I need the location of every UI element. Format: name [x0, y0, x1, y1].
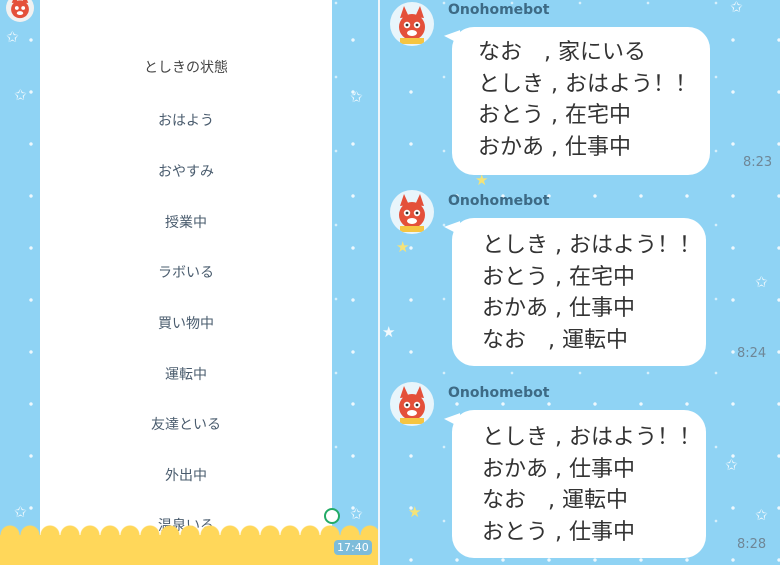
message-line: なお , 運転中	[482, 327, 628, 353]
chat-panel: ✩ ✩ ★ ★ ★ ✩ ✩ ★ Onohomebot なお , 家にいる としき…	[380, 0, 780, 565]
bottom-strip	[0, 525, 378, 565]
status-option-driving[interactable]: 運転中	[40, 364, 332, 384]
star-decoration-icon: ✩	[725, 456, 738, 474]
message-line: なお , 運転中	[482, 488, 628, 513]
sender-name: Onohomebot	[448, 2, 550, 18]
bot-avatar[interactable]	[390, 2, 434, 46]
status-option-out[interactable]: 外出中	[40, 465, 332, 485]
status-dot-icon	[324, 508, 340, 524]
message-bubble[interactable]: としき , おはよう！！ おとう , 在宅中 おかあ , 仕事中 なお , 運転…	[452, 218, 706, 366]
status-option-in-class[interactable]: 授業中	[40, 212, 332, 232]
message-time: 17:40	[334, 540, 372, 555]
status-menu-sheet: としきの状態 おはよう おやすみ 授業中 ラボいる 買い物中 運転中 友達といる…	[40, 0, 332, 565]
status-menu-panel: ✩ ✩ ✩ ✩ ✩ としきの状態 おはよう おやすみ 授業中 ラボいる 買い物中…	[0, 0, 378, 565]
message-time: 8:23	[743, 155, 773, 170]
star-decoration-icon: ★	[475, 171, 489, 189]
message-bubble[interactable]: なお , 家にいる としき , おはよう！！ おとう , 在宅中 おかあ , 仕…	[452, 27, 710, 175]
message-line: おとう , 仕事中	[482, 519, 635, 545]
message-line: としき , おはよう！！	[482, 425, 701, 450]
bot-avatar[interactable]	[390, 190, 434, 234]
star-decoration-icon: ✩	[350, 88, 363, 106]
star-decoration-icon: ✩	[755, 506, 768, 524]
message-line: おかあ , 仕事中	[478, 134, 631, 160]
message-line: おかあ , 仕事中	[482, 296, 635, 321]
star-decoration-icon: ✩	[14, 503, 27, 521]
message-line: としき , おはよう！！	[482, 233, 701, 258]
bot-avatar[interactable]	[390, 382, 434, 426]
status-option-ohayou[interactable]: おはよう	[40, 110, 332, 130]
star-decoration-icon: ★	[382, 323, 396, 341]
message-line: なお , 家にいる	[478, 40, 646, 65]
status-option-shopping[interactable]: 買い物中	[40, 313, 332, 333]
status-option-oyasumi[interactable]: おやすみ	[40, 161, 332, 181]
message-line: おとう , 在宅中	[478, 103, 631, 128]
message-bubble[interactable]: としき , おはよう！！ おかあ , 仕事中 なお , 運転中 おとう , 仕事…	[452, 410, 706, 558]
sender-name: Onohomebot	[448, 193, 550, 209]
star-decoration-icon: ★	[396, 238, 410, 256]
star-decoration-icon: ✩	[6, 28, 19, 46]
message-line: おとう , 在宅中	[482, 264, 635, 290]
message-time: 8:24	[737, 346, 767, 361]
star-decoration-icon: ✩	[350, 505, 363, 523]
status-option-with-friends[interactable]: 友達といる	[40, 414, 332, 434]
message-time: 8:28	[737, 537, 767, 552]
message-line: としき , おはよう！！	[478, 71, 697, 97]
status-menu-title: としきの状態	[144, 60, 228, 76]
bot-avatar	[6, 0, 34, 22]
status-option-in-lab[interactable]: ラボいる	[40, 262, 332, 282]
star-decoration-icon: ✩	[14, 86, 27, 104]
star-decoration-icon: ✩	[755, 273, 768, 291]
star-decoration-icon: ✩	[730, 0, 743, 16]
star-decoration-icon: ★	[408, 503, 422, 521]
message-line: おかあ , 仕事中	[482, 456, 635, 482]
sender-name: Onohomebot	[448, 385, 550, 401]
